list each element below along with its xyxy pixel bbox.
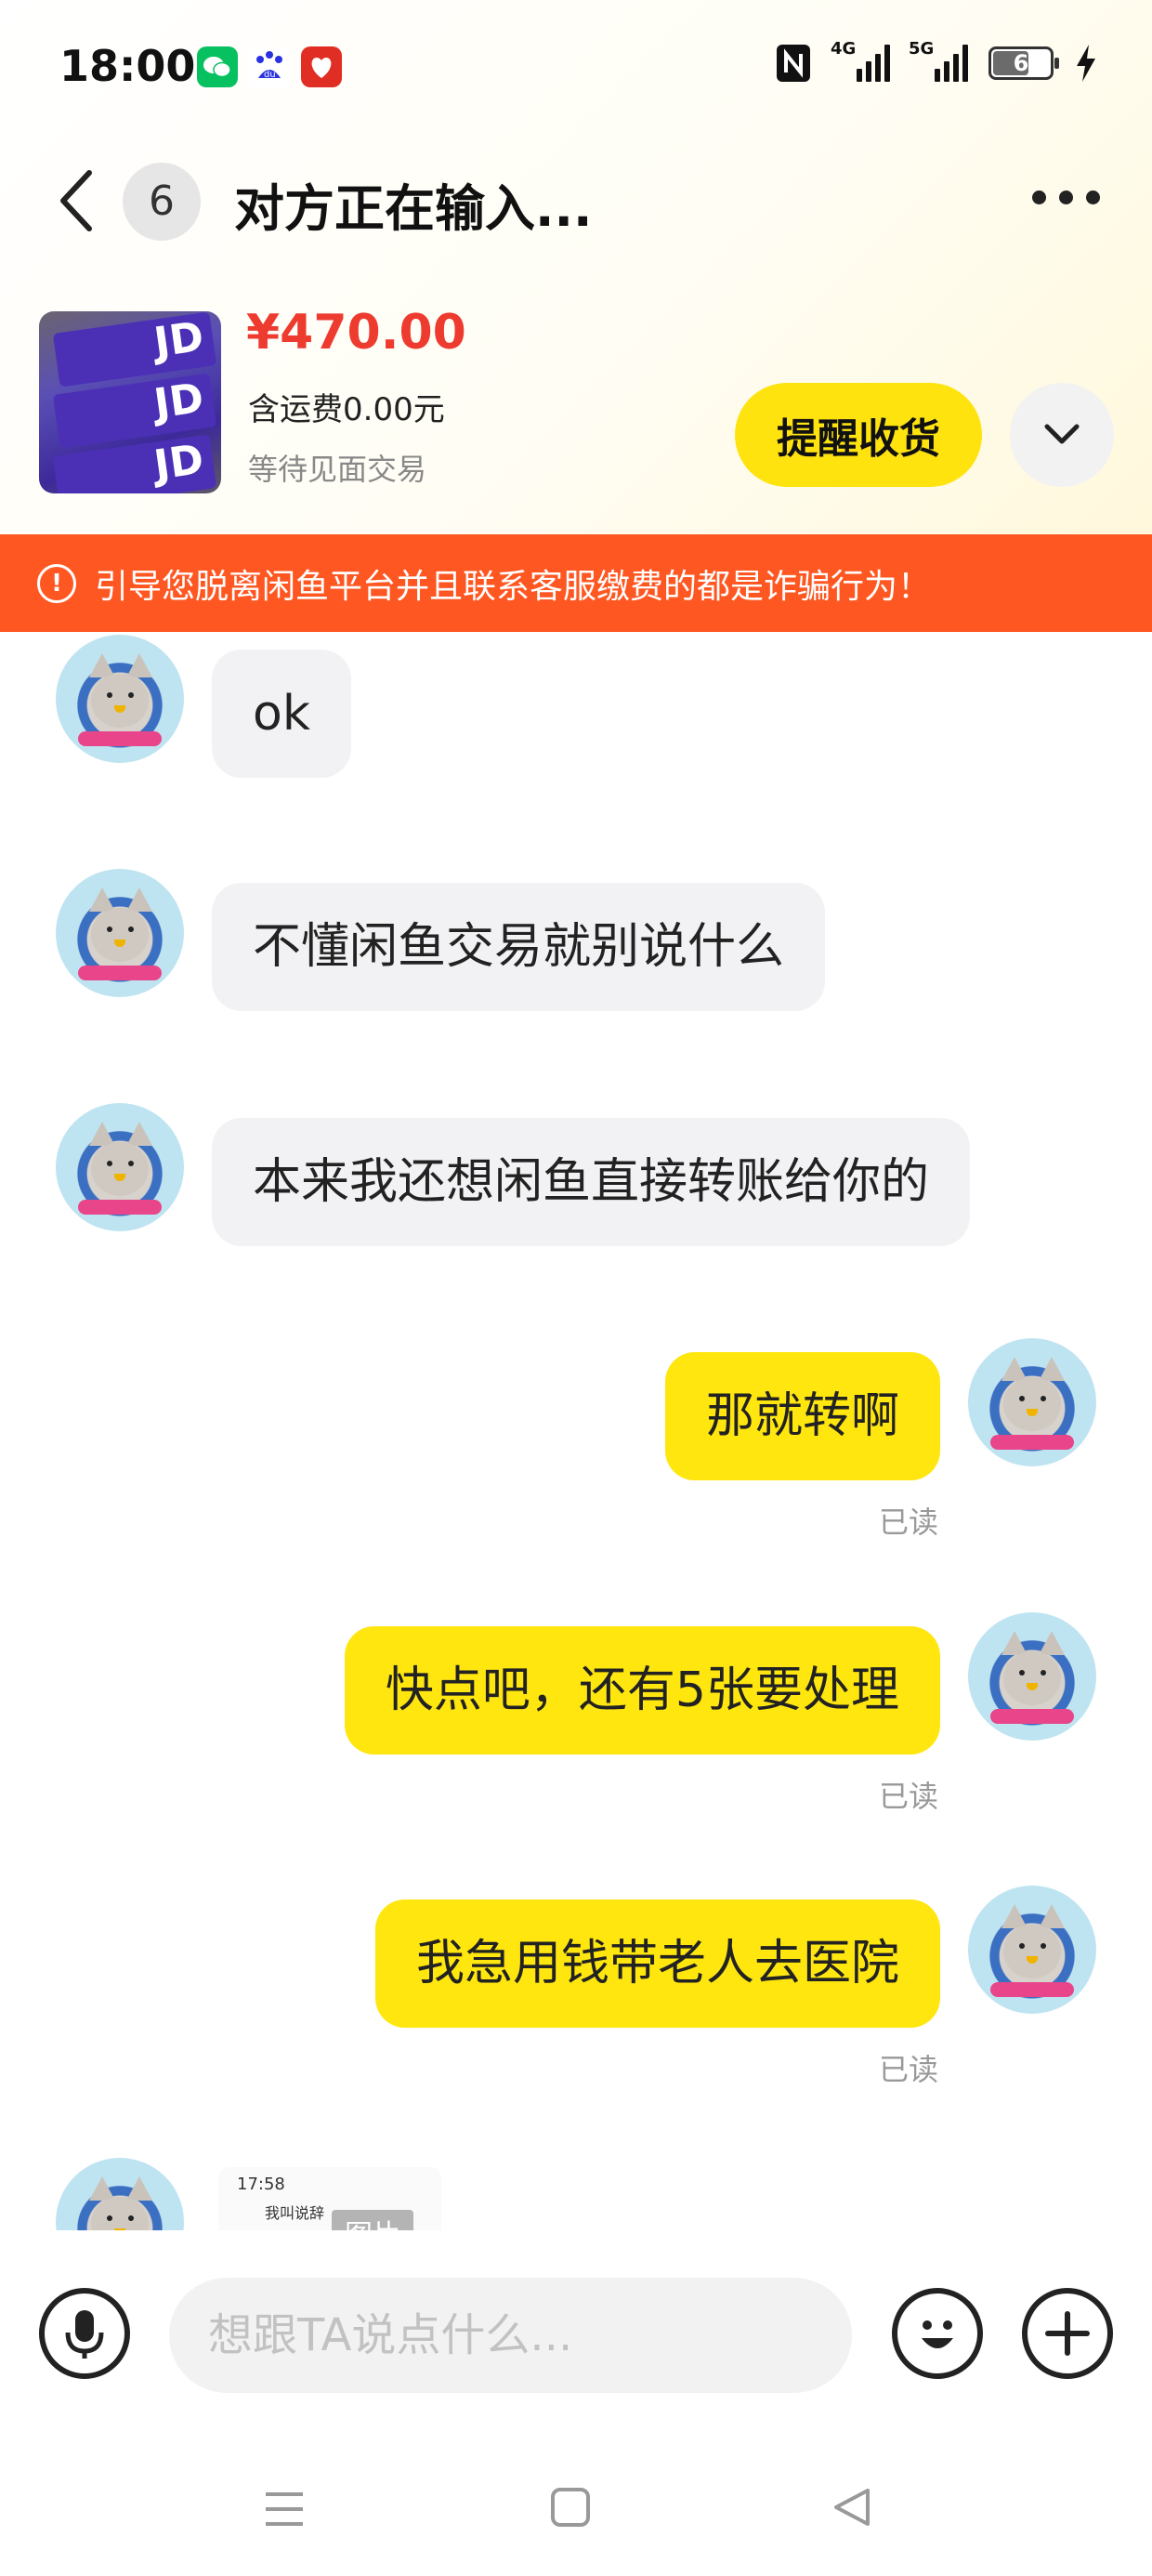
menu-icon[interactable]: [262, 2489, 307, 2530]
emoji-icon: [922, 2320, 953, 2348]
message-bubble[interactable]: 我急用钱带老人去医院: [374, 1899, 940, 2028]
status-right: 4G 5G 6: [775, 39, 1098, 84]
baidu-icon: du: [249, 46, 290, 87]
back-icon[interactable]: [54, 167, 100, 234]
chat-title: 对方正在输入...: [234, 179, 593, 238]
chevron-down-icon: [1044, 424, 1080, 444]
message-bubble[interactable]: 本来我还想闲鱼直接转账给你的: [212, 1118, 971, 1246]
message-bubble[interactable]: 不懂闲鱼交易就别说什么: [212, 883, 826, 1011]
emoji-button[interactable]: [892, 2288, 983, 2379]
avatar[interactable]: [968, 1886, 1096, 2014]
signal-5g-icon: 5G: [909, 39, 968, 82]
chat-area[interactable]: ok 不懂闲鱼交易就别说什么 本来我还想闲鱼直接转账给你的 那就转啊 已读 快点…: [0, 632, 1152, 2230]
avatar[interactable]: [968, 1338, 1096, 1466]
plus-icon: [1045, 2311, 1090, 2356]
avatar[interactable]: [56, 869, 184, 997]
remind-receipt-button[interactable]: 提醒收货: [735, 383, 982, 487]
avatar[interactable]: [56, 635, 184, 763]
product-shipping: 含运费0.00元: [248, 391, 445, 428]
product-price: ¥470.00: [246, 305, 466, 361]
add-button[interactable]: [1022, 2288, 1113, 2379]
avatar[interactable]: [56, 1103, 184, 1231]
message-input[interactable]: [169, 2278, 852, 2393]
expand-button[interactable]: [1010, 383, 1114, 487]
trade-status: 等待见面交易: [248, 452, 427, 487]
product-thumbnail[interactable]: JD JD JD: [39, 311, 221, 493]
battery-level: 6: [1013, 50, 1029, 76]
read-status: 已读: [878, 1505, 938, 1540]
nfc-icon: [777, 45, 810, 82]
unread-badge[interactable]: 6: [123, 163, 201, 241]
signal-4g-icon: 4G: [831, 39, 890, 82]
system-nav-bar: [0, 2435, 1152, 2576]
battery-icon: 6: [988, 46, 1059, 80]
status-time: 18:00: [59, 41, 196, 91]
fraud-warning-banner: ! 引导您脱离闲鱼平台并且联系客服缴费的都是诈骗行为！: [0, 534, 1152, 632]
signal-2-label: 5G: [909, 39, 935, 59]
image-label: 图片: [332, 2210, 413, 2230]
home-icon[interactable]: [550, 2487, 591, 2528]
message-bubble[interactable]: 快点吧，还有5张要处理: [344, 1626, 940, 1755]
signal-1-label: 4G: [831, 39, 857, 59]
message-bubble[interactable]: ok: [212, 650, 351, 778]
charging-icon: [1077, 45, 1095, 82]
message-bubble[interactable]: 那就转啊: [664, 1352, 940, 1480]
image-preview-time: 17:58: [237, 2175, 285, 2194]
image-preview-title: 我叫说辞: [265, 2204, 325, 2222]
voice-button[interactable]: [39, 2288, 130, 2379]
avatar[interactable]: [968, 1612, 1096, 1741]
wechat-icon: [197, 46, 238, 87]
exclamation-icon: !: [37, 563, 76, 603]
pinduoduo-icon: [301, 46, 342, 87]
read-status: 已读: [878, 2052, 938, 2087]
avatar[interactable]: [56, 2158, 184, 2230]
read-status: 已读: [878, 1779, 938, 1814]
warning-text: 引导您脱离闲鱼平台并且联系客服缴费的都是诈骗行为！: [95, 567, 932, 606]
back-nav-icon[interactable]: [831, 2487, 871, 2528]
image-message[interactable]: 17:58 我叫说辞 图片: [218, 2167, 441, 2230]
svg-text:du: du: [264, 70, 276, 80]
microphone-icon: [65, 2310, 104, 2359]
more-options-icon[interactable]: [1032, 191, 1100, 204]
